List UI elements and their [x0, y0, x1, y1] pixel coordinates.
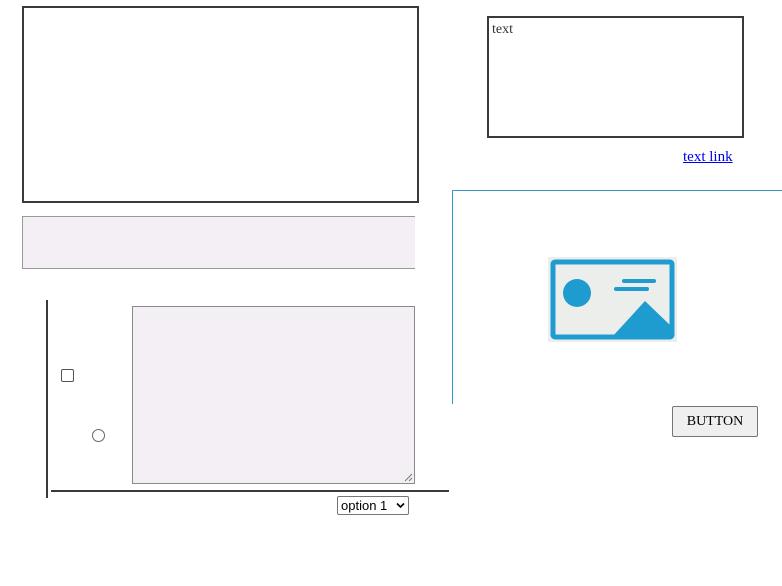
- text-box[interactable]: text: [487, 16, 744, 138]
- checkbox[interactable]: [61, 369, 74, 382]
- form-group-bottom-border: [51, 490, 449, 492]
- button-label: BUTTON: [686, 413, 744, 429]
- text-input[interactable]: [22, 216, 415, 269]
- text-box-value: text: [492, 22, 513, 37]
- option-select[interactable]: option 1: [337, 496, 409, 515]
- image-placeholder-icon: [548, 257, 677, 342]
- text-link[interactable]: text link: [683, 149, 733, 166]
- radio-button[interactable]: [92, 429, 105, 442]
- select-value: option 1: [341, 498, 388, 513]
- main-button[interactable]: BUTTON: [672, 406, 758, 437]
- empty-container: [22, 6, 419, 203]
- form-group-left-border: [46, 300, 48, 498]
- chevron-down-icon: [396, 502, 405, 509]
- textarea[interactable]: [132, 306, 415, 484]
- resize-grip-icon[interactable]: [404, 473, 413, 482]
